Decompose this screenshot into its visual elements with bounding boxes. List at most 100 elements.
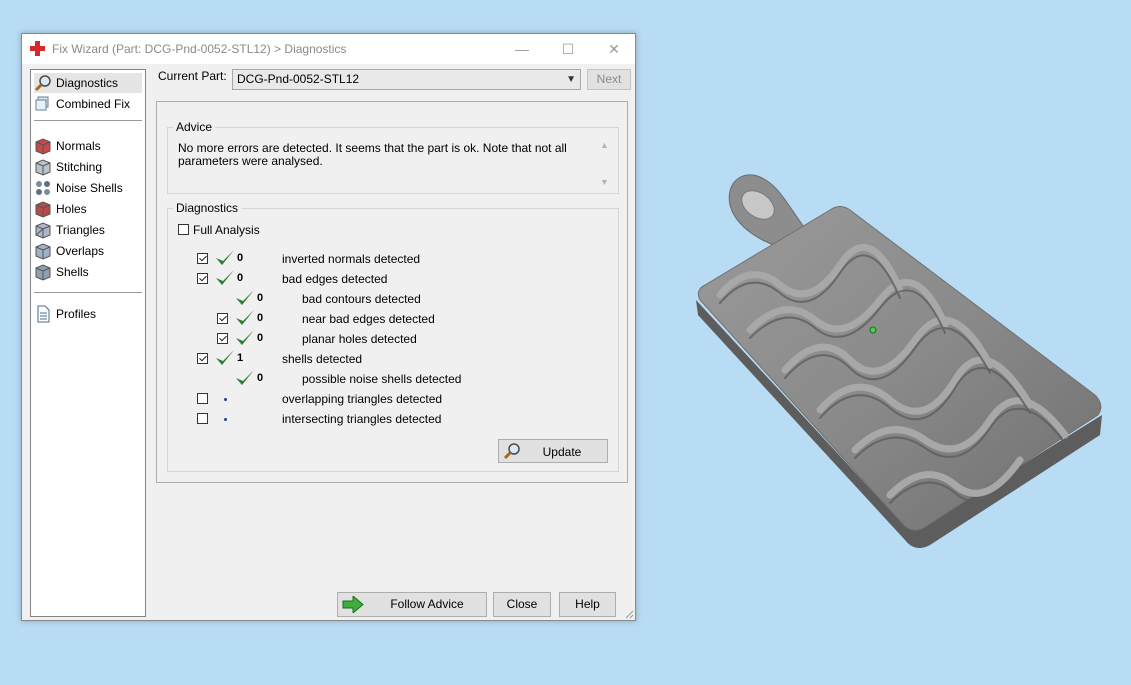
sidebar-divider bbox=[34, 120, 142, 121]
diagnostics-group: Diagnostics Full Analysis 0 inverted nor… bbox=[167, 201, 619, 472]
sidebar-item-label: Triangles bbox=[56, 223, 105, 237]
red-cross-app-icon bbox=[30, 41, 45, 56]
help-button[interactable]: Help bbox=[559, 592, 616, 617]
near-bad-edges-label: near bad edges detected bbox=[302, 312, 435, 326]
fix-wizard-window: Fix Wizard (Part: DCG-Pnd-0052-STL12) > … bbox=[21, 33, 636, 621]
bad-edges-count: 0 bbox=[237, 272, 244, 284]
current-part-value: DCG-Pnd-0052-STL12 bbox=[237, 72, 360, 86]
green-check-icon bbox=[236, 370, 254, 385]
overlapping-triangles-checkbox[interactable] bbox=[197, 393, 208, 404]
maximize-icon: ☐ bbox=[561, 40, 575, 57]
update-label: Update bbox=[542, 445, 582, 459]
update-button[interactable]: Update bbox=[498, 439, 608, 463]
near-bad-edges-checkbox[interactable] bbox=[217, 313, 228, 324]
green-check-icon bbox=[216, 350, 234, 365]
not-analysed-dot-icon bbox=[224, 398, 227, 401]
sidebar-item-label: Normals bbox=[56, 139, 101, 153]
advice-scrollbar[interactable]: ▲ ▼ bbox=[599, 140, 611, 187]
close-window-button[interactable]: ✕ bbox=[591, 34, 637, 64]
planar-holes-label: planar holes detected bbox=[302, 332, 417, 346]
inverted-normals-label: inverted normals detected bbox=[282, 252, 421, 266]
bad-contours-count: 0 bbox=[257, 292, 264, 304]
document-icon bbox=[37, 305, 50, 323]
sidebar-item-label: Noise Shells bbox=[56, 181, 123, 195]
sidebar-item-diagnostics[interactable]: Diagnostics bbox=[34, 73, 142, 93]
not-analysed-dot-icon bbox=[224, 418, 227, 421]
follow-advice-button[interactable]: Follow Advice bbox=[337, 592, 487, 617]
next-button[interactable]: Next bbox=[587, 69, 631, 90]
advice-text: No more errors are detected. It seems th… bbox=[178, 141, 567, 168]
bad-edges-checkbox[interactable] bbox=[197, 273, 208, 284]
shells-count: 1 bbox=[237, 352, 244, 364]
sidebar-item-triangles[interactable]: Triangles bbox=[34, 220, 105, 240]
overlapping-triangles-label: overlapping triangles detected bbox=[282, 392, 443, 406]
sidebar-item-profiles[interactable]: Profiles bbox=[34, 304, 96, 324]
shells-cube-icon bbox=[35, 264, 51, 281]
magnifier-icon bbox=[34, 75, 51, 92]
green-check-icon bbox=[236, 310, 254, 325]
intersecting-triangles-label: intersecting triangles detected bbox=[282, 412, 442, 426]
noise-shells-count: 0 bbox=[257, 372, 264, 384]
scroll-up-icon[interactable]: ▲ bbox=[600, 140, 609, 150]
full-analysis-checkbox[interactable] bbox=[178, 224, 189, 235]
triangles-cube-icon bbox=[35, 222, 51, 239]
maximize-button[interactable]: ☐ bbox=[545, 34, 591, 64]
follow-advice-label: Follow Advice bbox=[390, 597, 464, 611]
sidebar-item-overlaps[interactable]: Overlaps bbox=[34, 241, 104, 261]
intersecting-triangles-checkbox[interactable] bbox=[197, 413, 208, 424]
stitching-cube-icon bbox=[35, 159, 51, 176]
inverted-normals-checkbox[interactable] bbox=[197, 253, 208, 264]
planar-holes-checkbox[interactable] bbox=[217, 333, 228, 344]
full-analysis-label: Full Analysis bbox=[193, 223, 260, 237]
title-bar[interactable]: Fix Wizard (Part: DCG-Pnd-0052-STL12) > … bbox=[22, 34, 635, 64]
overlaps-cube-icon bbox=[35, 243, 51, 260]
pendant-3d-model[interactable] bbox=[690, 165, 1110, 560]
window-title: Fix Wizard (Part: DCG-Pnd-0052-STL12) > … bbox=[52, 42, 347, 56]
bad-edges-label: bad edges detected bbox=[282, 272, 388, 286]
planar-holes-count: 0 bbox=[257, 332, 264, 344]
sidebar-item-label: Diagnostics bbox=[56, 76, 119, 90]
resize-grip-icon[interactable] bbox=[624, 609, 634, 619]
near-bad-edges-count: 0 bbox=[257, 312, 264, 324]
sidebar-item-label: Holes bbox=[56, 202, 87, 216]
wizard-sidebar: Diagnostics Combined Fix Normals Stitchi… bbox=[30, 69, 146, 617]
diagnostics-title: Diagnostics bbox=[173, 201, 242, 215]
normals-cube-icon bbox=[35, 138, 51, 155]
chevron-down-icon: ▼ bbox=[566, 74, 576, 85]
current-part-select[interactable]: DCG-Pnd-0052-STL12 ▼ bbox=[232, 69, 581, 90]
noise-shells-label: possible noise shells detected bbox=[302, 372, 462, 386]
current-part-label: Current Part: bbox=[158, 69, 227, 83]
advice-title: Advice bbox=[173, 120, 216, 134]
shells-label: shells detected bbox=[282, 352, 363, 366]
sidebar-item-label: Combined Fix bbox=[56, 97, 131, 111]
cube-stack-icon bbox=[35, 96, 49, 111]
green-check-icon bbox=[216, 250, 234, 265]
sidebar-item-noise-shells[interactable]: Noise Shells bbox=[34, 178, 123, 198]
green-check-icon bbox=[236, 290, 254, 305]
close-button[interactable]: Close bbox=[493, 592, 551, 617]
sidebar-item-label: Shells bbox=[56, 265, 89, 279]
sidebar-item-shells[interactable]: Shells bbox=[34, 262, 89, 282]
close-icon: ✕ bbox=[608, 40, 620, 57]
sidebar-divider bbox=[34, 292, 142, 293]
sidebar-item-normals[interactable]: Normals bbox=[34, 136, 101, 156]
green-check-icon bbox=[236, 330, 254, 345]
scroll-down-icon[interactable]: ▼ bbox=[600, 177, 609, 187]
advice-group: Advice No more errors are detected. It s… bbox=[167, 120, 619, 194]
minimize-button[interactable]: — bbox=[499, 34, 545, 64]
sidebar-item-label: Overlaps bbox=[56, 244, 105, 258]
diagnostics-panel: Advice No more errors are detected. It s… bbox=[156, 101, 628, 483]
noise-shells-icon bbox=[36, 181, 50, 195]
inverted-normals-count: 0 bbox=[237, 252, 244, 264]
green-arrow-icon bbox=[342, 596, 364, 613]
sidebar-item-combined-fix[interactable]: Combined Fix bbox=[34, 94, 130, 114]
green-check-icon bbox=[216, 270, 234, 285]
minimize-icon: — bbox=[515, 41, 529, 57]
shells-checkbox[interactable] bbox=[197, 353, 208, 364]
bad-contours-label: bad contours detected bbox=[302, 292, 421, 306]
sidebar-item-label: Stitching bbox=[56, 160, 103, 174]
holes-cube-icon bbox=[35, 201, 51, 218]
sidebar-item-stitching[interactable]: Stitching bbox=[34, 157, 102, 177]
sidebar-item-label: Profiles bbox=[56, 307, 97, 321]
sidebar-item-holes[interactable]: Holes bbox=[34, 199, 87, 219]
